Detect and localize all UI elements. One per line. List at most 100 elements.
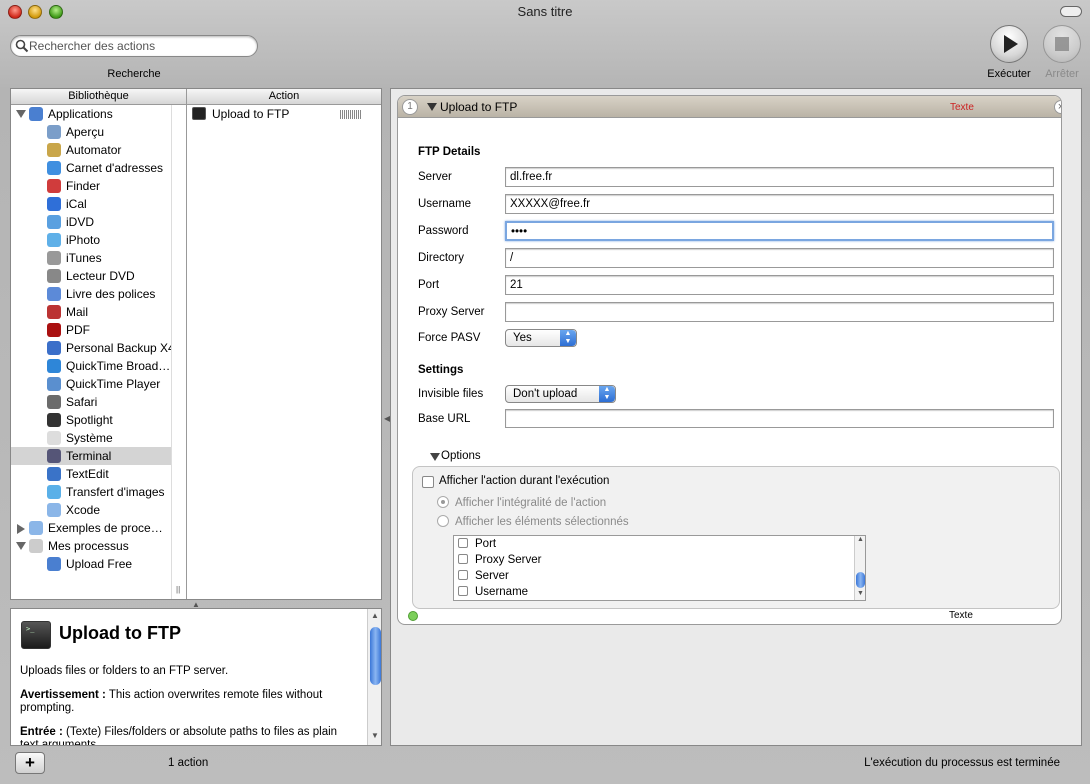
idvd-icon xyxy=(47,215,61,229)
item-checkbox[interactable] xyxy=(458,570,468,580)
action-count: 1 action xyxy=(168,757,209,769)
tree-item-label: Automator xyxy=(66,143,122,157)
search-input[interactable] xyxy=(29,38,249,54)
tree-item[interactable]: Système xyxy=(11,429,171,447)
action-column-header[interactable]: Action xyxy=(187,89,381,105)
disclosure-open-icon[interactable] xyxy=(16,542,26,550)
options-list-scrollbar[interactable]: ▲ ▼ xyxy=(854,536,865,600)
action-card-header[interactable]: 1 Upload to FTP Texte × xyxy=(398,96,1061,118)
password-field[interactable]: •••• xyxy=(505,221,1054,241)
radio-show-all[interactable] xyxy=(437,496,449,508)
scroll-up-icon[interactable]: ▲ xyxy=(857,536,864,543)
server-field[interactable]: dl.free.fr xyxy=(505,167,1054,187)
library-column-header[interactable]: Bibliothèque xyxy=(11,89,187,105)
ftp-details-heading: FTP Details xyxy=(418,146,481,158)
action-list: Upload to FTP xyxy=(188,105,381,599)
tree-item[interactable]: Automator xyxy=(11,141,171,159)
port-label: Port xyxy=(418,279,440,291)
disclosure-open-icon[interactable] xyxy=(16,110,26,118)
item-checkbox[interactable] xyxy=(458,586,468,596)
radio-show-selected[interactable] xyxy=(437,515,449,527)
tree-item[interactable]: TextEdit xyxy=(11,465,171,483)
tree-item-label: Xcode xyxy=(66,503,101,517)
library-scrollbar[interactable]: || xyxy=(171,105,187,599)
disclosure-triangle-icon[interactable] xyxy=(427,103,437,111)
tree-item[interactable]: Mes processus xyxy=(11,537,171,555)
toolbar-toggle-button[interactable] xyxy=(1060,6,1082,17)
force-pasv-popup[interactable]: Yes ▲ ▼ xyxy=(505,329,577,347)
username-field[interactable]: XXXXX@free.fr xyxy=(505,194,1054,214)
ical-icon xyxy=(47,197,61,211)
radio-show-selected-label: Afficher les éléments sélectionnés xyxy=(455,516,629,528)
tree-item[interactable]: iTunes xyxy=(11,249,171,267)
input-label: Entrée : xyxy=(20,726,63,738)
close-action-button[interactable]: × xyxy=(1054,100,1061,114)
item-checkbox[interactable] xyxy=(458,554,468,564)
base-url-field[interactable] xyxy=(505,409,1054,428)
description-scrollbar[interactable]: ▲ ▼ xyxy=(367,609,381,745)
folder-icon xyxy=(29,539,43,553)
show-action-checkbox[interactable] xyxy=(422,476,434,488)
tree-item[interactable]: Personal Backup X4 xyxy=(11,339,171,357)
action-card-title: Upload to FTP xyxy=(440,100,518,114)
item-checkbox[interactable] xyxy=(458,538,468,548)
tree-item[interactable]: Applications xyxy=(11,105,171,123)
scroll-thumb[interactable] xyxy=(370,627,381,685)
add-button[interactable]: + xyxy=(15,752,45,774)
tree-item[interactable]: Transfert d'images xyxy=(11,483,171,501)
tree-item[interactable]: Lecteur DVD xyxy=(11,267,171,285)
invisible-files-popup[interactable]: Don't upload ▲ ▼ xyxy=(505,385,616,403)
run-button[interactable] xyxy=(990,25,1028,63)
scroll-down-icon[interactable]: ▼ xyxy=(371,731,379,740)
options-box: Afficher l'action durant l'exécution Aff… xyxy=(412,466,1060,609)
scroll-up-icon[interactable]: ▲ xyxy=(371,611,379,620)
safari-icon xyxy=(47,395,61,409)
drag-handle-icon[interactable] xyxy=(340,110,362,119)
disclosure-closed-icon[interactable] xyxy=(17,524,25,534)
options-label[interactable]: Options xyxy=(441,450,481,462)
stop-button[interactable] xyxy=(1043,25,1081,63)
tree-item[interactable]: iCal xyxy=(11,195,171,213)
description-panel: >_ Upload to FTP Uploads files or folder… xyxy=(10,608,382,746)
description-input: Entrée : (Texte) Files/folders or absolu… xyxy=(20,726,355,745)
terminal-icon xyxy=(192,107,206,120)
tree-item[interactable]: iPhoto xyxy=(11,231,171,249)
tree-item[interactable]: Spotlight xyxy=(11,411,171,429)
scroll-down-icon[interactable]: ▼ xyxy=(857,590,864,597)
tree-item[interactable]: iDVD xyxy=(11,213,171,231)
tree-item[interactable]: Safari xyxy=(11,393,171,411)
action-card: 1 Upload to FTP Texte × FTP Details Serv… xyxy=(397,95,1062,625)
tree-item[interactable]: Upload Free xyxy=(11,555,171,573)
tree-item[interactable]: Aperçu xyxy=(11,123,171,141)
proxy-field[interactable] xyxy=(505,302,1054,322)
list-item[interactable]: Upload to FTP xyxy=(188,105,381,123)
search-field[interactable] xyxy=(10,35,258,57)
tree-item-label: iCal xyxy=(66,197,87,211)
tree-item[interactable]: QuickTime Broad… xyxy=(11,357,171,375)
tree-item[interactable]: Exemples de proce… xyxy=(11,519,171,537)
proxy-label: Proxy Server xyxy=(418,306,485,318)
tree-item-label: Mes processus xyxy=(48,539,129,553)
directory-label: Directory xyxy=(418,252,465,264)
tree-item-label: Safari xyxy=(66,395,98,409)
directory-field[interactable]: / xyxy=(505,248,1054,268)
tree-item[interactable]: QuickTime Player xyxy=(11,375,171,393)
action-number-badge: 1 xyxy=(402,99,418,115)
status-ok-icon xyxy=(408,611,418,621)
force-pasv-label: Force PASV xyxy=(418,332,481,344)
tree-item[interactable]: PDF xyxy=(11,321,171,339)
resize-grip-icon[interactable]: || xyxy=(176,585,180,594)
tree-item[interactable]: Finder xyxy=(11,177,171,195)
search-icon xyxy=(15,39,29,53)
tree-item[interactable]: Livre des polices xyxy=(11,285,171,303)
port-field[interactable]: 21 xyxy=(505,275,1054,295)
tree-item-label: Aperçu xyxy=(66,125,105,139)
tree-item[interactable]: Mail xyxy=(11,303,171,321)
tree-item[interactable]: Carnet d'adresses xyxy=(11,159,171,177)
tree-item[interactable]: Xcode xyxy=(11,501,171,519)
tree-item[interactable]: Terminal xyxy=(11,447,171,465)
column-divider[interactable] xyxy=(186,105,187,599)
options-disclosure-icon[interactable] xyxy=(430,453,440,461)
dvd-player-icon xyxy=(47,269,61,283)
scroll-thumb[interactable] xyxy=(856,572,865,588)
